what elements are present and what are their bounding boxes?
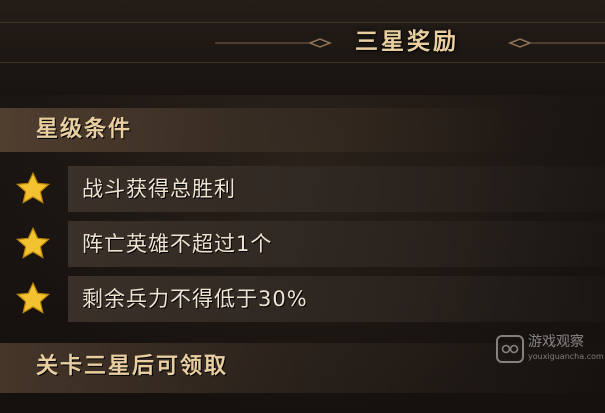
watermark-name: 游戏观察 <box>528 334 584 350</box>
ornament-left-icon <box>215 38 333 48</box>
divider <box>0 22 605 23</box>
star-icon <box>15 226 51 259</box>
divider <box>0 62 605 63</box>
watermark-url: youxiguancha.com <box>528 352 604 361</box>
condition-label: 剩余兵力不得低于30% <box>82 287 308 311</box>
condition-label: 阵亡英雄不超过1个 <box>82 232 273 256</box>
condition-row: 阵亡英雄不超过1个 <box>0 221 605 267</box>
condition-label: 战斗获得总胜利 <box>82 177 236 201</box>
star-icon <box>15 171 51 204</box>
watermark: 游戏观察 youxiguancha.com <box>496 333 604 367</box>
conditions-title: 星级条件 <box>36 117 133 142</box>
ornament-right-icon <box>507 38 605 48</box>
star-icon <box>15 281 51 314</box>
watermark-logo-icon <box>496 335 524 363</box>
reward-claim-note: 关卡三星后可领取 <box>36 354 229 379</box>
condition-row: 战斗获得总胜利 <box>0 166 605 212</box>
page-title: 三星奖励 <box>355 29 459 55</box>
condition-row: 剩余兵力不得低于30% <box>0 276 605 322</box>
